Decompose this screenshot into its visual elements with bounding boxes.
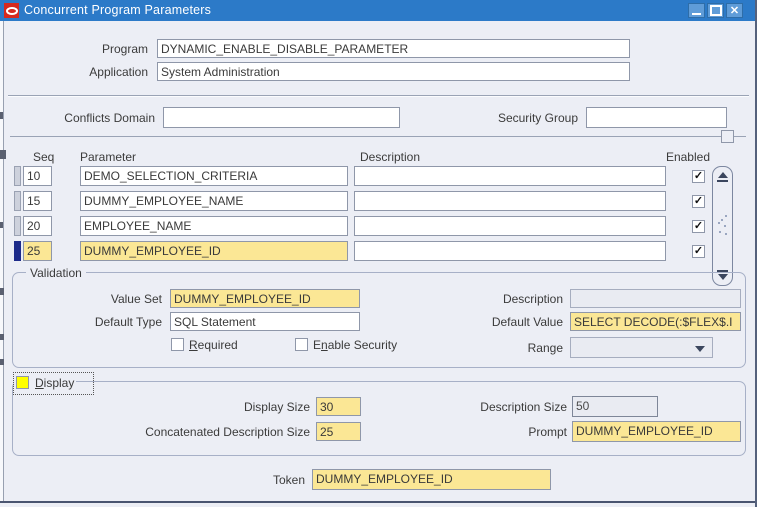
application-label: Application: [89, 65, 148, 79]
concurrent-program-parameters-window: Concurrent Program Parameters ✕ Program …: [0, 0, 757, 507]
minimize-icon: [692, 13, 701, 15]
range-dropdown[interactable]: [570, 337, 713, 358]
description-field[interactable]: [354, 191, 666, 211]
conflicts-domain-field[interactable]: [163, 107, 400, 128]
block-frame-line: [10, 136, 746, 137]
parameter-field[interactable]: DUMMY_EMPLOYEE_NAME: [80, 191, 348, 211]
row-selector[interactable]: [14, 166, 21, 186]
display-size-label: Display Size: [243, 400, 310, 414]
dropdown-arrow-icon: [695, 346, 705, 352]
seq-field[interactable]: 20: [23, 216, 52, 236]
seq-field[interactable]: 25: [23, 241, 52, 261]
scroll-up-icon: [717, 172, 728, 178]
parameter-field[interactable]: EMPLOYEE_NAME: [80, 216, 348, 236]
default-type-label: Default Type: [94, 315, 162, 329]
description-field[interactable]: [354, 216, 666, 236]
application-field[interactable]: System Administration: [157, 62, 630, 81]
default-type-field[interactable]: SQL Statement: [170, 312, 360, 331]
concatenated-description-size-field[interactable]: 25: [316, 422, 361, 441]
record-scrollbar[interactable]: [712, 166, 733, 286]
parameter-field[interactable]: DEMO_SELECTION_CRITERIA: [80, 166, 348, 186]
security-group-label: Security Group: [497, 111, 578, 125]
description-size-label: Description Size: [480, 400, 567, 414]
scrollbar-texture: [721, 219, 723, 221]
background-fragment: [0, 359, 4, 365]
description-size-field[interactable]: 50: [572, 396, 658, 417]
window-title: Concurrent Program Parameters: [24, 3, 212, 17]
background-fragment: [0, 222, 3, 228]
prompt-field[interactable]: DUMMY_EMPLOYEE_ID: [572, 421, 741, 442]
description-field[interactable]: [354, 166, 666, 186]
close-icon: ✕: [729, 5, 740, 17]
required-label: Required: [189, 338, 238, 352]
value-set-field[interactable]: DUMMY_EMPLOYEE_ID: [170, 289, 360, 308]
display-label: Display: [33, 376, 77, 390]
separator-line: [8, 95, 749, 97]
row-selector-selected[interactable]: [14, 241, 21, 261]
close-button[interactable]: ✕: [726, 3, 743, 18]
oracle-logo-icon: [4, 3, 19, 18]
enabled-checkbox[interactable]: ✓: [692, 245, 705, 258]
token-field[interactable]: DUMMY_EMPLOYEE_ID: [312, 469, 551, 490]
required-checkbox[interactable]: [171, 338, 184, 351]
window-bottom-edge: [0, 501, 755, 503]
block-checkbox[interactable]: [721, 130, 734, 143]
conflicts-domain-label: Conflicts Domain: [64, 111, 155, 125]
row-selector[interactable]: [14, 216, 21, 236]
background-fragment: [0, 334, 4, 340]
seq-header: Seq: [33, 150, 55, 164]
background-fragment: [0, 112, 3, 119]
display-frame: [12, 381, 746, 456]
background-fragment: [0, 288, 4, 295]
prompt-label: Prompt: [528, 425, 567, 439]
parameter-field[interactable]: DUMMY_EMPLOYEE_ID: [80, 241, 348, 261]
maximize-icon: [709, 5, 722, 16]
default-value-label: Default Value: [491, 315, 563, 329]
range-label: Range: [527, 341, 563, 355]
validation-legend: Validation: [26, 266, 86, 280]
concatenated-description-size-label: Concatenated Description Size: [145, 425, 310, 439]
seq-field[interactable]: 15: [23, 191, 52, 211]
enable-security-label: Enable Security: [313, 338, 398, 352]
parameter-header: Parameter: [80, 150, 137, 164]
description-field[interactable]: [354, 241, 666, 261]
display-size-field[interactable]: 30: [316, 397, 361, 416]
enabled-header: Enabled: [665, 150, 710, 164]
seq-field[interactable]: 10: [23, 166, 52, 186]
title-bar[interactable]: Concurrent Program Parameters ✕: [0, 0, 755, 21]
program-label: Program: [101, 42, 148, 56]
enabled-checkbox[interactable]: ✓: [692, 195, 705, 208]
default-value-field[interactable]: SELECT DECODE(:$FLEX$.I: [570, 312, 741, 331]
value-set-label: Value Set: [110, 292, 162, 306]
background-fragment: [0, 150, 6, 159]
display-checkbox[interactable]: [16, 376, 29, 389]
description-header: Description: [360, 150, 421, 164]
token-label: Token: [272, 473, 305, 487]
background-window-sliver: [0, 21, 4, 501]
enabled-checkbox[interactable]: ✓: [692, 220, 705, 233]
validation-description-field[interactable]: [570, 289, 741, 308]
enable-security-checkbox[interactable]: [295, 338, 308, 351]
security-group-field[interactable]: [586, 107, 727, 128]
enabled-checkbox[interactable]: ✓: [692, 170, 705, 183]
program-field[interactable]: DYNAMIC_ENABLE_DISABLE_PARAMETER: [157, 39, 630, 58]
minimize-button[interactable]: [688, 3, 705, 18]
validation-description-label: Description: [502, 292, 563, 306]
row-selector[interactable]: [14, 191, 21, 211]
maximize-button[interactable]: [707, 3, 724, 18]
scroll-up-button[interactable]: [713, 169, 732, 185]
